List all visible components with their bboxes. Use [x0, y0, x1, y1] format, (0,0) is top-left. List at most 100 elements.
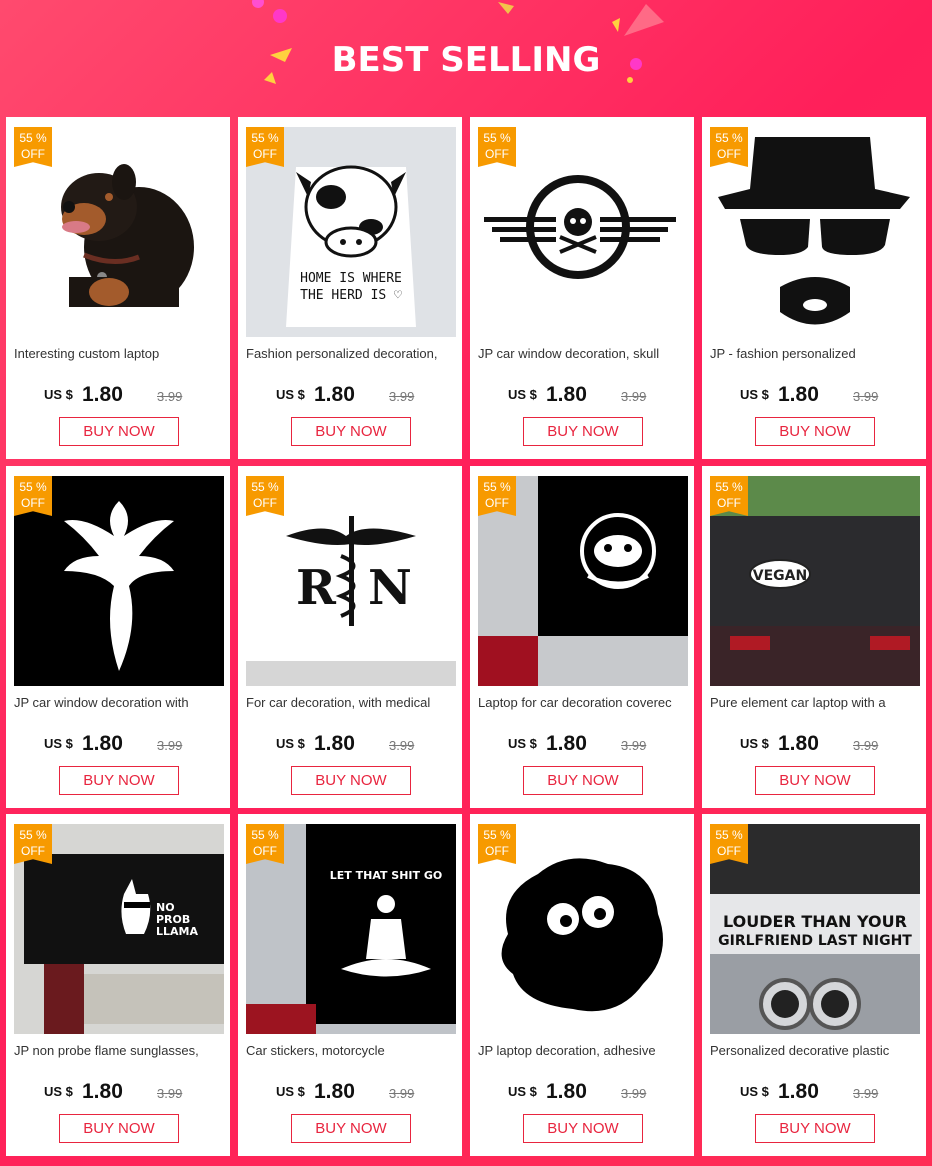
price-row: US $ 1.80 3.99 [6, 1080, 230, 1104]
product-title[interactable]: Fashion personalized decoration, [246, 345, 458, 365]
svg-text:LOUDER THAN YOUR: LOUDER THAN YOUR [723, 912, 907, 931]
buy-now-button[interactable]: BUY NOW [755, 766, 875, 795]
buy-now-button[interactable]: BUY NOW [755, 1114, 875, 1143]
buy-now-button[interactable]: BUY NOW [523, 417, 643, 446]
product-title[interactable]: Interesting custom laptop [14, 345, 226, 365]
discount-badge: 55 % OFF [478, 127, 516, 167]
original-price: 3.99 [621, 389, 647, 404]
currency-label: US $ [740, 387, 769, 402]
discount-badge: 55 % OFF [246, 476, 284, 516]
product-card[interactable]: VEGAN 55 % OFF Pure element car laptop with… [702, 466, 926, 808]
product-card[interactable]: NO PROB LLAMA 55 % OFF JP non probe flame s… [6, 814, 230, 1156]
discount-off-label: OFF [21, 496, 45, 510]
discount-off-label: OFF [485, 496, 509, 510]
buy-now-button[interactable]: BUY NOW [59, 1114, 179, 1143]
original-price: 3.99 [389, 389, 415, 404]
product-card[interactable]: 55 % OFF Interesting custom laptop US $ 1.80… [6, 117, 230, 459]
buy-now-button[interactable]: BUY NOW [59, 766, 179, 795]
discount-percent: 55 % [483, 828, 511, 842]
sale-price: 1.80 [82, 732, 123, 755]
original-price: 3.99 [853, 738, 879, 753]
currency-label: US $ [276, 1084, 305, 1099]
product-title[interactable]: JP - fashion personalized [710, 345, 922, 365]
discount-percent: 55 % [715, 480, 743, 494]
product-title[interactable]: JP non probe flame sunglasses, [14, 1042, 226, 1062]
discount-off-label: OFF [485, 844, 509, 858]
discount-percent: 55 % [483, 131, 511, 145]
discount-badge: 55 % OFF [14, 476, 52, 516]
product-card[interactable]: 55 % OFF JP laptop decoration, adhesive US … [470, 814, 694, 1156]
discount-off-label: OFF [717, 496, 741, 510]
price-row: US $ 1.80 3.99 [702, 732, 926, 756]
discount-off-label: OFF [253, 844, 277, 858]
discount-off-label: OFF [717, 844, 741, 858]
currency-label: US $ [44, 736, 73, 751]
currency-label: US $ [276, 736, 305, 751]
product-title[interactable]: For car decoration, with medical [246, 694, 458, 714]
price-row: US $ 1.80 3.99 [238, 383, 462, 407]
buy-now-button[interactable]: BUY NOW [291, 417, 411, 446]
currency-label: US $ [508, 736, 537, 751]
buy-now-button[interactable]: BUY NOW [291, 1114, 411, 1143]
sale-price: 1.80 [314, 383, 355, 406]
discount-percent: 55 % [251, 480, 279, 494]
product-title[interactable]: Pure element car laptop with a [710, 694, 922, 714]
currency-label: US $ [44, 387, 73, 402]
discount-badge: 55 % OFF [710, 476, 748, 516]
product-title[interactable]: JP laptop decoration, adhesive [478, 1042, 690, 1062]
discount-percent: 55 % [715, 131, 743, 145]
discount-percent: 55 % [19, 480, 47, 494]
buy-now-button[interactable]: BUY NOW [523, 766, 643, 795]
sale-price: 1.80 [314, 732, 355, 755]
header-banner: BEST SELLING [0, 0, 932, 116]
buy-now-button[interactable]: BUY NOW [291, 766, 411, 795]
discount-off-label: OFF [717, 147, 741, 161]
original-price: 3.99 [621, 1086, 647, 1101]
original-price: 3.99 [389, 738, 415, 753]
sale-price: 1.80 [546, 732, 587, 755]
product-card[interactable]: HOME IS WHERE THE HERD IS ♡ 55 % OFF Fashio… [238, 117, 462, 459]
product-title[interactable]: Laptop for car decoration coverec [478, 694, 690, 714]
page-title: BEST SELLING [331, 40, 601, 80]
discount-badge: 55 % OFF [710, 127, 748, 167]
product-card[interactable]: 55 % OFF JP car window decoration with US $… [6, 466, 230, 808]
sale-price: 1.80 [778, 732, 819, 755]
discount-badge: 55 % OFF [14, 824, 52, 864]
price-row: US $ 1.80 3.99 [702, 1080, 926, 1104]
product-title[interactable]: Car stickers, motorcycle [246, 1042, 458, 1062]
price-row: US $ 1.80 3.99 [470, 1080, 694, 1104]
product-card[interactable]: R N 55 % OFF For car decoration, with medic… [238, 466, 462, 808]
product-card[interactable]: LOUDER THAN YOUR GIRLFRIEND LAST NIGHT 5… [702, 814, 926, 1156]
discount-badge: 55 % OFF [478, 476, 516, 516]
discount-percent: 55 % [251, 828, 279, 842]
sale-price: 1.80 [82, 1080, 123, 1103]
product-card[interactable]: 55 % OFF Laptop for car decoration coverec… [470, 466, 694, 808]
sale-price: 1.80 [314, 1080, 355, 1103]
discount-badge: 55 % OFF [710, 824, 748, 864]
discount-badge: 55 % OFF [478, 824, 516, 864]
sale-price: 1.80 [778, 383, 819, 406]
product-title[interactable]: JP car window decoration with [14, 694, 226, 714]
product-title[interactable]: JP car window decoration, skull [478, 345, 690, 365]
price-row: US $ 1.80 3.99 [6, 732, 230, 756]
price-row: US $ 1.80 3.99 [702, 383, 926, 407]
product-card[interactable]: LET THAT SHIT GO 55 % OFF Car stickers, mo… [238, 814, 462, 1156]
discount-off-label: OFF [253, 496, 277, 510]
buy-now-button[interactable]: BUY NOW [755, 417, 875, 446]
sale-price: 1.80 [82, 383, 123, 406]
product-card[interactable]: 55 % OFF JP car window decoration, skull US… [470, 117, 694, 459]
currency-label: US $ [740, 736, 769, 751]
sale-price: 1.80 [546, 383, 587, 406]
product-card[interactable]: 55 % OFF JP - fashion personalized US $ 1.80… [702, 117, 926, 459]
price-row: US $ 1.80 3.99 [238, 732, 462, 756]
product-title[interactable]: Personalized decorative plastic [710, 1042, 922, 1062]
discount-badge: 55 % OFF [14, 127, 52, 167]
original-price: 3.99 [157, 738, 183, 753]
currency-label: US $ [740, 1084, 769, 1099]
buy-now-button[interactable]: BUY NOW [59, 417, 179, 446]
price-row: US $ 1.80 3.99 [238, 1080, 462, 1104]
svg-text:VEGAN: VEGAN [753, 568, 807, 584]
discount-percent: 55 % [251, 131, 279, 145]
sale-price: 1.80 [778, 1080, 819, 1103]
buy-now-button[interactable]: BUY NOW [523, 1114, 643, 1143]
